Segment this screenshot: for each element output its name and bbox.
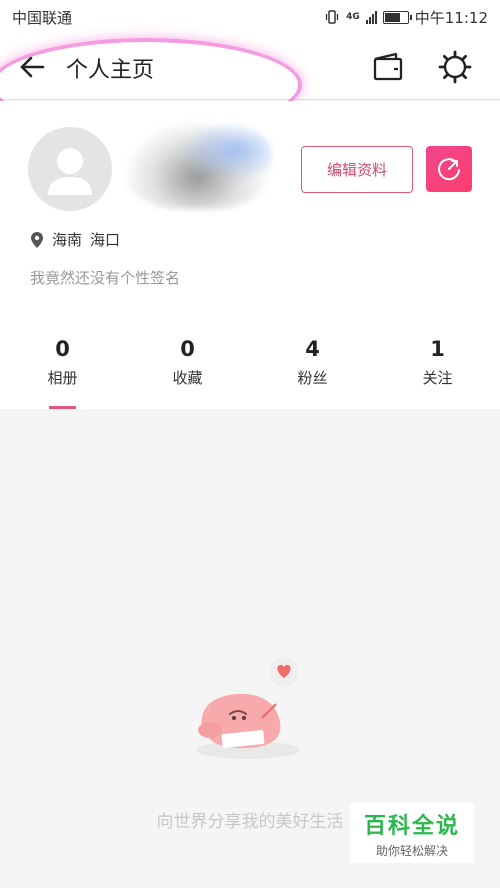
location-province: 海南: [52, 231, 83, 249]
empty-state-illustration: [196, 657, 300, 759]
stats-tabs: 0 相册 0 收藏 4 粉丝 1 关注: [0, 337, 500, 409]
watermark-title: 百科全说: [363, 813, 460, 839]
carrier-text: 中国联通: [12, 8, 73, 27]
blurred-username: [122, 119, 272, 209]
wallet-icon: [373, 52, 403, 81]
edit-profile-button[interactable]: 编辑资料: [301, 146, 413, 193]
tab-following[interactable]: 1 关注: [375, 337, 500, 409]
wallet-button[interactable]: [372, 52, 404, 82]
favorites-label: 收藏: [172, 369, 203, 387]
vibrate-icon: [325, 10, 339, 24]
settings-button[interactable]: [438, 50, 472, 84]
location: 海南 海口: [30, 229, 120, 250]
watermark-subtitle: 助你轻松解决: [375, 843, 448, 858]
signal-icon: [365, 10, 377, 24]
tab-followers[interactable]: 4 粉丝: [250, 337, 375, 409]
albums-count: 0: [55, 337, 70, 361]
tab-albums[interactable]: 0 相册: [0, 337, 125, 409]
share-icon: [438, 158, 460, 181]
back-arrow-icon: [20, 56, 45, 78]
profile-section: 编辑资料 海南 海口 我竟然还没有个性签名 0 相册 0 收藏 4 粉丝 1 关…: [0, 101, 500, 409]
app-bar: 个人主页: [0, 34, 500, 132]
page-title: 个人主页: [66, 58, 155, 83]
back-button[interactable]: [18, 53, 46, 81]
settings-icon: [438, 50, 472, 84]
avatar[interactable]: [28, 127, 112, 211]
share-button[interactable]: [426, 146, 472, 192]
favorites-count: 0: [180, 337, 195, 361]
bio-text: 我竟然还没有个性签名: [30, 269, 181, 287]
battery-icon: [382, 10, 412, 24]
location-city: 海口: [90, 231, 121, 249]
tab-favorites[interactable]: 0 收藏: [125, 337, 250, 409]
status-indicators: 4G 中午11:12: [324, 7, 488, 28]
followers-count: 4: [305, 337, 320, 361]
status-bar: 中国联通 4G 中午11:12: [0, 0, 500, 34]
watermark: 百科全说 助你轻松解决: [350, 803, 474, 863]
followers-label: 粉丝: [297, 369, 328, 387]
clock: 中午11:12: [414, 8, 488, 27]
following-count: 1: [430, 337, 445, 361]
albums-label: 相册: [47, 369, 78, 387]
following-label: 关注: [422, 369, 453, 387]
network-type: 4G: [346, 12, 360, 22]
location-pin-icon: [31, 231, 43, 248]
default-avatar-icon: [48, 148, 92, 195]
